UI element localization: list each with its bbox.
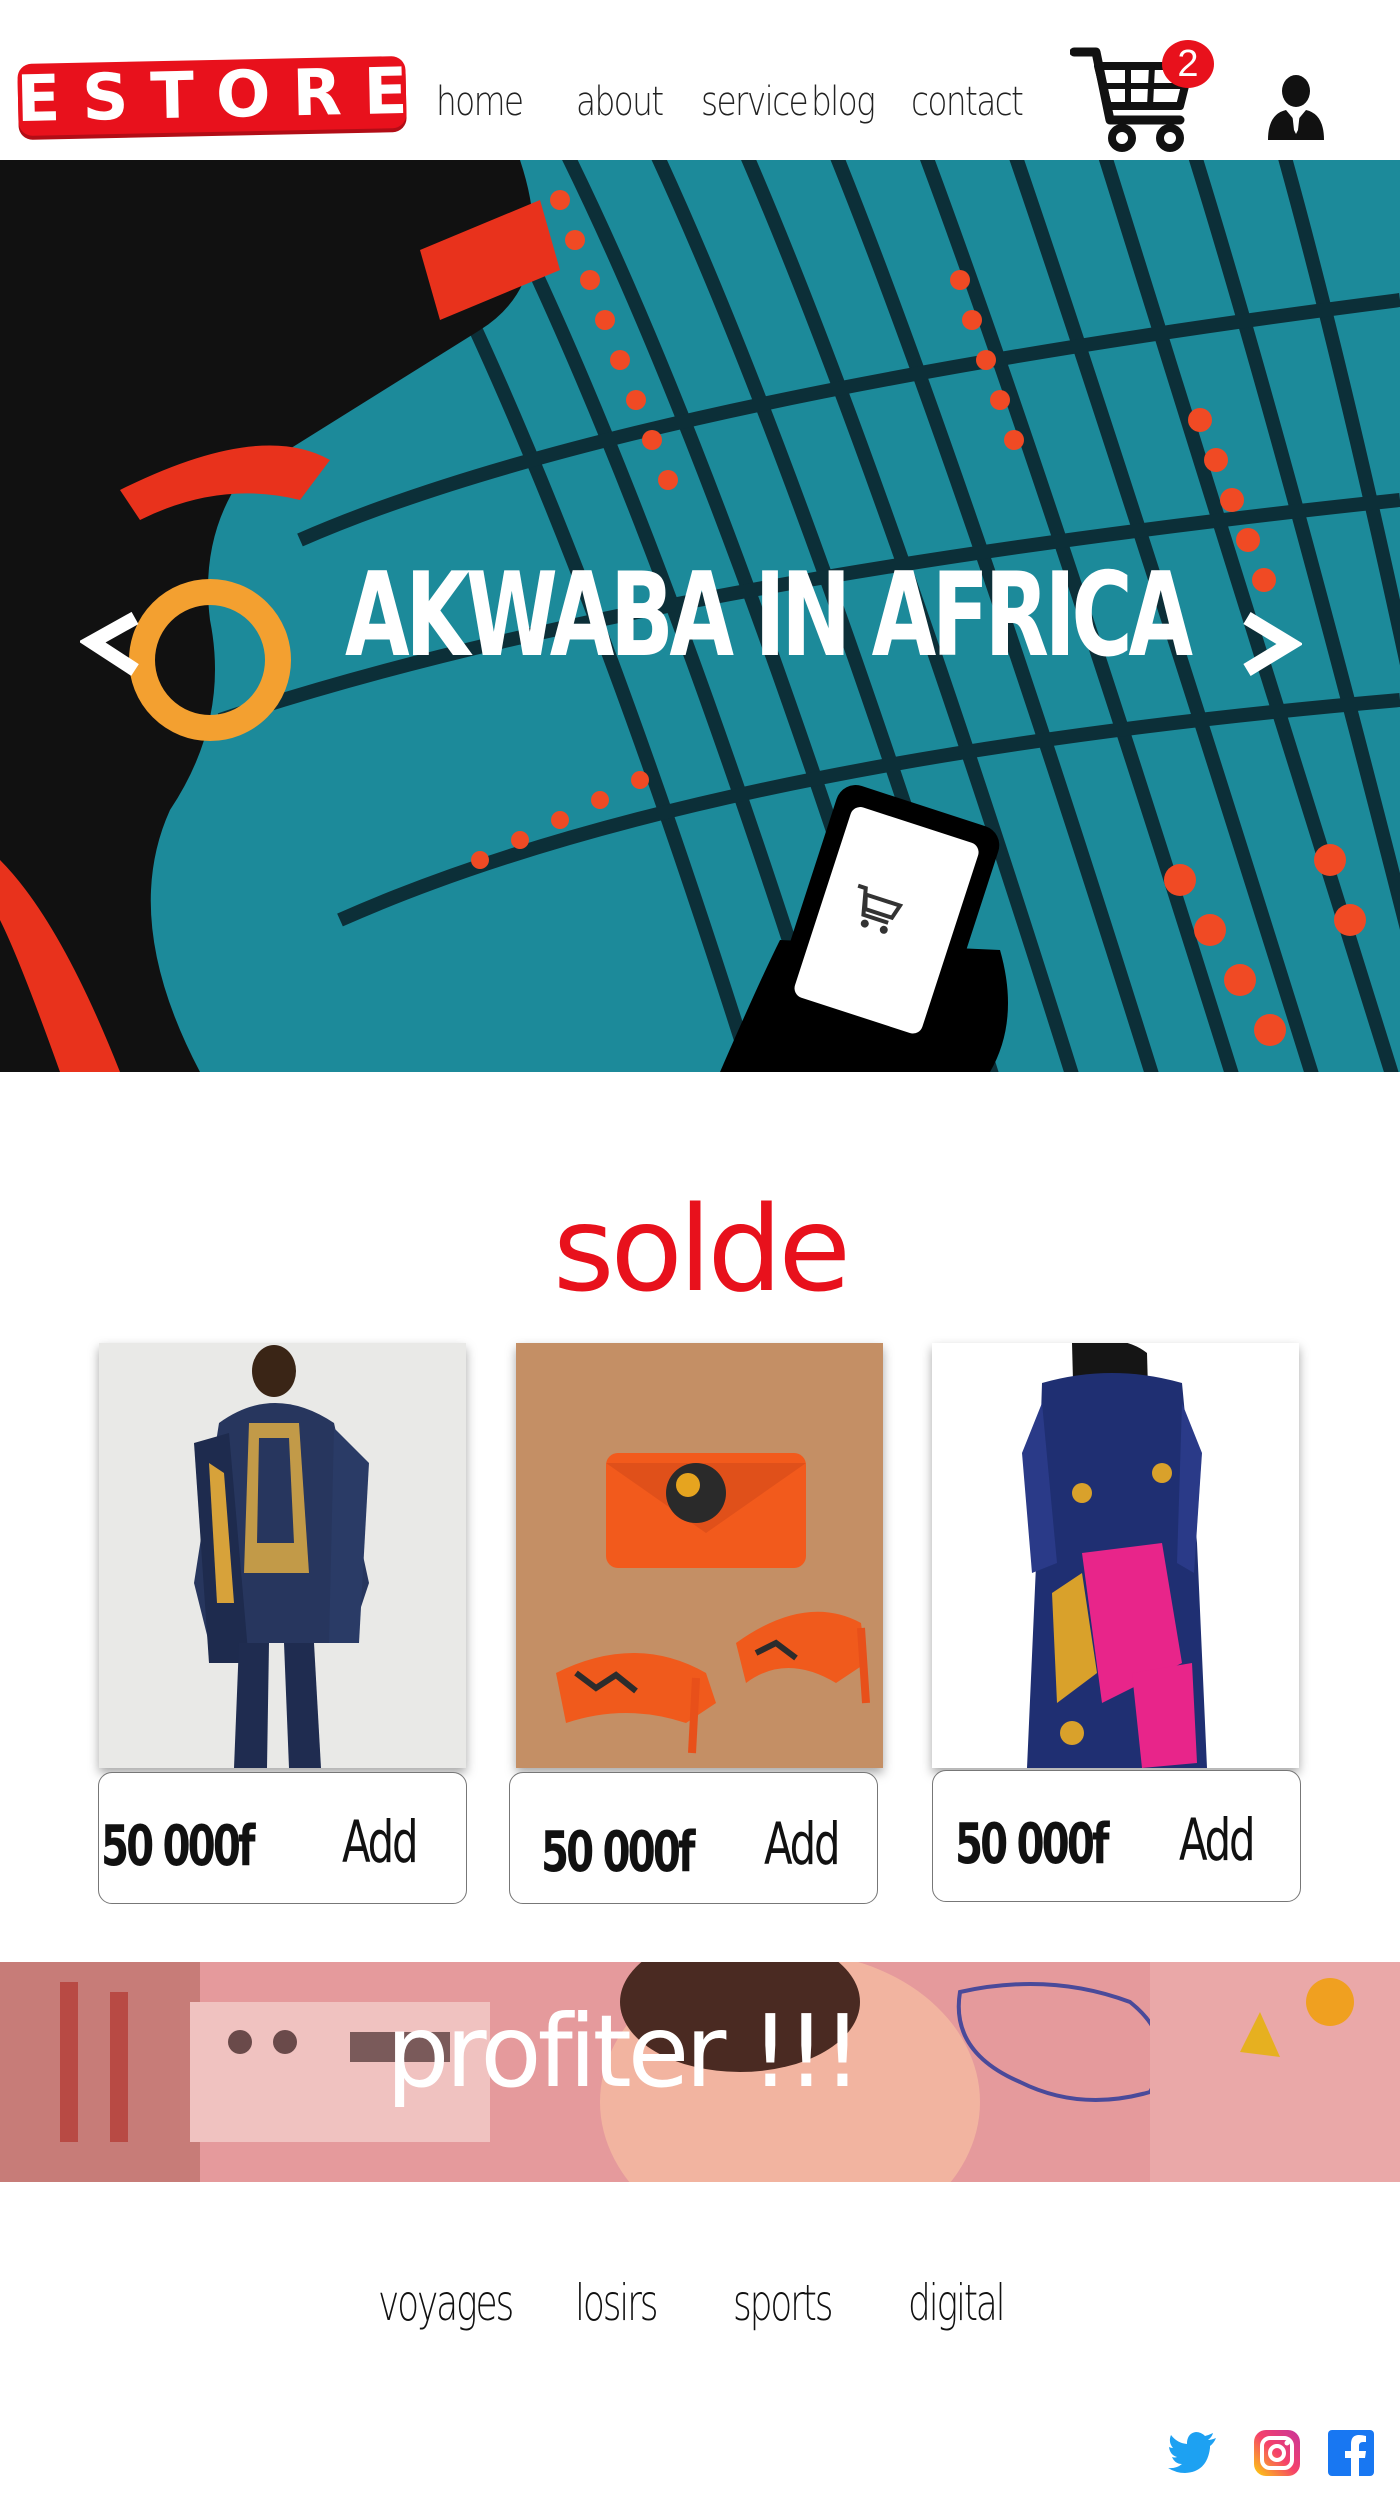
- nav-item-service[interactable]: service: [701, 82, 809, 122]
- account-button[interactable]: [1266, 74, 1326, 140]
- cart-count-badge: 2: [1162, 40, 1214, 88]
- site-header: ESTORE home about service blog contact 2: [0, 0, 1400, 160]
- logo-text: ESTORE: [15, 54, 431, 138]
- product-card-footer: 50 000f Add: [932, 1770, 1301, 1902]
- add-to-cart-button[interactable]: Add: [342, 1813, 419, 1871]
- hero-title: AKWABA IN AFRICA: [345, 548, 1193, 683]
- nav-item-contact[interactable]: contact: [911, 82, 1024, 122]
- section-title-sale: solde: [553, 1180, 851, 1318]
- product-card-footer: 50 000f Add: [98, 1772, 467, 1904]
- hero-banner: AKWABA IN AFRICA: [0, 160, 1400, 1072]
- twitter-link[interactable]: [1168, 2428, 1218, 2478]
- product-image[interactable]: [99, 1343, 466, 1768]
- category-sports[interactable]: sports: [733, 2278, 834, 2328]
- category-nav: voyages losirs sports digital: [0, 2278, 1400, 2348]
- chevron-right-icon: [1243, 612, 1304, 676]
- add-to-cart-button[interactable]: Add: [1179, 1811, 1256, 1869]
- category-digital[interactable]: digital: [908, 2278, 1006, 2328]
- chevron-left-icon: [78, 611, 139, 676]
- promo-text: profiter !!!: [386, 1993, 862, 2110]
- logo[interactable]: ESTORE: [16, 54, 430, 137]
- cart-button[interactable]: 2: [1069, 40, 1220, 155]
- add-to-cart-button[interactable]: Add: [764, 1815, 841, 1873]
- nav-item-about[interactable]: about: [576, 82, 664, 122]
- promo-banner[interactable]: profiter !!!: [0, 1962, 1400, 2182]
- product-photo-patterned-dress: [932, 1343, 1299, 1768]
- product-card-footer: 50 000f Add: [509, 1772, 878, 1904]
- instagram-link[interactable]: [1252, 2428, 1302, 2478]
- product-photo-man-outfit: [99, 1343, 466, 1768]
- instagram-icon: [1254, 2430, 1300, 2476]
- main-nav: home about service blog contact: [436, 82, 1077, 122]
- facebook-icon: [1328, 2430, 1374, 2476]
- product-image[interactable]: [932, 1343, 1299, 1768]
- product-price: 50 000f: [101, 1814, 256, 1879]
- facebook-link[interactable]: [1326, 2428, 1376, 2478]
- category-voyages[interactable]: voyages: [378, 2278, 514, 2328]
- nav-item-home[interactable]: home: [436, 82, 526, 122]
- hero-prev-button[interactable]: [78, 610, 150, 680]
- twitter-icon: [1168, 2432, 1216, 2473]
- product-price: 50 000f: [955, 1812, 1110, 1877]
- product-image[interactable]: [516, 1343, 883, 1768]
- hero-next-button[interactable]: [1232, 610, 1304, 680]
- category-losirs[interactable]: losirs: [575, 2278, 659, 2328]
- product-price: 50 000f: [541, 1820, 696, 1885]
- nav-item-blog[interactable]: blog: [811, 82, 876, 122]
- user-icon: [1268, 75, 1324, 140]
- product-photo-clutch-heels: [516, 1343, 883, 1768]
